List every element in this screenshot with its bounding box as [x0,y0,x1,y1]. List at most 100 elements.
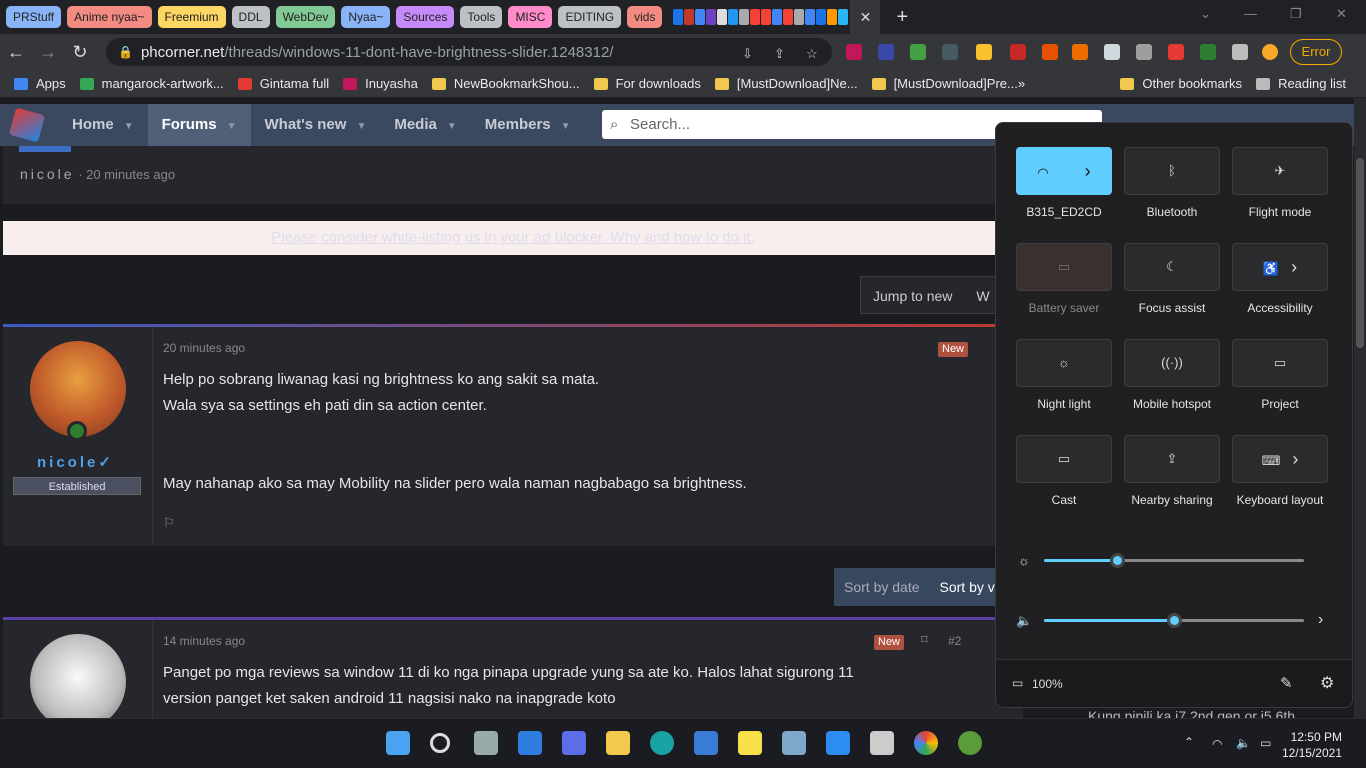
extension-icon[interactable] [1136,44,1152,60]
reload-icon[interactable]: ↻ [64,42,96,63]
window-close-icon[interactable]: ✕ [1336,6,1347,22]
site-logo[interactable] [0,104,54,146]
sort-by-date[interactable]: Sort by date [834,568,930,606]
file-explorer-icon[interactable] [606,731,630,755]
shield-icon[interactable] [1104,44,1120,60]
sidebar-snippet[interactable]: Kung pipili ka i7 2nd gen or i5 6th [1088,708,1295,718]
extension-icon[interactable] [976,44,992,60]
bookmark-item[interactable]: mangarock-artwork... [79,76,224,91]
tab-group-prstuff[interactable]: PRStuff [6,6,62,28]
chevron-right-icon[interactable]: › [1085,161,1091,181]
star-icon[interactable]: ☆ [806,46,818,62]
store-icon[interactable] [694,731,718,755]
avatar[interactable] [30,634,126,718]
start-button-icon[interactable] [386,731,410,755]
ad-notice[interactable]: Please consider white-listing us in your… [3,221,1023,255]
tab-group-tools[interactable]: Tools [460,6,503,28]
quick-tile-accessibility[interactable]: ♿ › [1232,243,1328,291]
nav-media[interactable]: Media ▼ [380,104,470,146]
nav-members[interactable]: Members ▼ [471,104,585,146]
edit-icon[interactable]: ✎ [1280,674,1293,692]
todo-icon[interactable] [826,731,850,755]
chevron-right-icon[interactable]: › [1291,257,1297,277]
bookmark-item[interactable]: [MustDownload]Pre... [871,76,1018,91]
bookmark-icon[interactable]: ⌑ [921,632,928,648]
extension-icon[interactable] [910,44,926,60]
audio-output-chevron-icon[interactable]: › [1318,611,1323,629]
quick-tile-b315-ed2cd[interactable]: ◠ › [1016,147,1112,195]
volume-icon[interactable]: 🔈 [1016,613,1032,629]
extension-icon[interactable] [1010,44,1026,60]
speaker-icon[interactable]: 🔈 [1236,736,1251,750]
battery-icon[interactable]: ▭ [1260,736,1271,750]
quick-tile-project[interactable]: ▭ [1232,339,1328,387]
bookmark-item[interactable]: Gintama full [237,76,329,91]
extension-icon[interactable] [942,44,958,60]
bookmark-item[interactable]: Inuyasha [343,76,418,91]
quick-tile-flight-mode[interactable]: ✈ [1232,147,1328,195]
nav-forums[interactable]: Forums ▼ [147,104,251,146]
clock[interactable]: 12:50 PM 12/15/2021 [1282,729,1342,761]
chat-icon[interactable] [562,731,586,755]
report-flag-icon[interactable]: ⚐ [163,515,175,531]
quick-tile-battery-saver[interactable]: ▭ [1016,243,1112,291]
bookmark-item[interactable]: Reading list [1256,76,1346,91]
battery-percent[interactable]: 100% [1032,677,1063,691]
tab-group-webdev[interactable]: WebDev [275,6,336,28]
edge-icon[interactable] [650,731,674,755]
app-icon[interactable] [958,731,982,755]
profile-error-button[interactable]: Error [1290,39,1342,65]
puzzle-icon[interactable] [1232,44,1248,60]
sort-by-votes[interactable]: Sort by v [930,568,1005,606]
new-tab-button[interactable]: + [896,6,908,29]
nav-home[interactable]: Home ▼ [58,104,148,146]
widgets-icon[interactable] [518,731,542,755]
tab-favicons[interactable] [672,9,849,25]
settings-gear-icon[interactable]: ⚙ [1320,673,1334,693]
bookmarks-overflow-icon[interactable]: » [1018,76,1025,91]
back-icon[interactable]: ← [0,42,32,63]
tab-group-vids[interactable]: vids [627,6,663,28]
task-view-icon[interactable] [474,731,498,755]
bookmark-item[interactable]: Other bookmarks [1120,76,1242,91]
restore-icon[interactable]: ❐ [1290,6,1302,22]
install-icon[interactable]: ⇩ [742,46,753,62]
close-tab-icon[interactable]: ✕ [850,0,881,34]
bookmark-item[interactable]: [MustDownload]Ne... [714,76,858,91]
extension-icon[interactable] [1042,44,1058,60]
quick-tile-nearby-sharing[interactable]: ⇪ [1124,435,1220,483]
avatar[interactable] [1262,44,1278,60]
quick-tile-night-light[interactable]: ☼ [1016,339,1112,387]
share-page-icon[interactable]: ⇪ [774,46,785,62]
app-icon[interactable] [870,731,894,755]
scrollbar[interactable] [1354,98,1366,718]
brightness-slider[interactable] [1044,553,1304,568]
extension-icon[interactable] [1072,44,1088,60]
bookmark-item[interactable]: NewBookmarkShou... [431,76,580,91]
chrome-icon[interactable] [914,731,938,755]
photos-icon[interactable] [782,731,806,755]
chevron-up-icon[interactable]: ⌃ [1184,735,1194,749]
post-number[interactable]: #2 [948,634,961,648]
tab-group-editing[interactable]: EDITING [558,6,622,28]
post-time[interactable]: 14 minutes ago [163,634,245,648]
battery-icon[interactable]: ▭ [1012,676,1023,690]
tab-group-anime-nyaa[interactable]: Anime nyaa~ [67,6,152,28]
quick-tile-bluetooth[interactable]: ᛒ [1124,147,1220,195]
extension-icon[interactable] [1200,44,1216,60]
username[interactable]: nicole✓ [37,453,111,471]
wifi-icon[interactable]: ◠ [1212,737,1222,751]
quick-tile-mobile-hotspot[interactable]: ((·)) [1124,339,1220,387]
bookmark-item[interactable]: Apps [14,76,66,91]
quick-tile-cast[interactable]: ▭ [1016,435,1112,483]
quick-tile-focus-assist[interactable]: ☾ [1124,243,1220,291]
minimize-icon[interactable]: — [1244,6,1257,21]
extension-icon[interactable] [1168,44,1184,60]
chevron-right-icon[interactable]: › [1292,449,1298,469]
tab-group-misc[interactable]: MISC [508,6,553,28]
volume-slider[interactable] [1044,613,1304,628]
chevron-down-icon[interactable]: ⌄ [1200,6,1211,22]
tab-group-freemium[interactable]: Freemium [157,6,226,28]
forward-icon[interactable]: → [32,42,64,63]
search-icon[interactable] [430,733,450,753]
